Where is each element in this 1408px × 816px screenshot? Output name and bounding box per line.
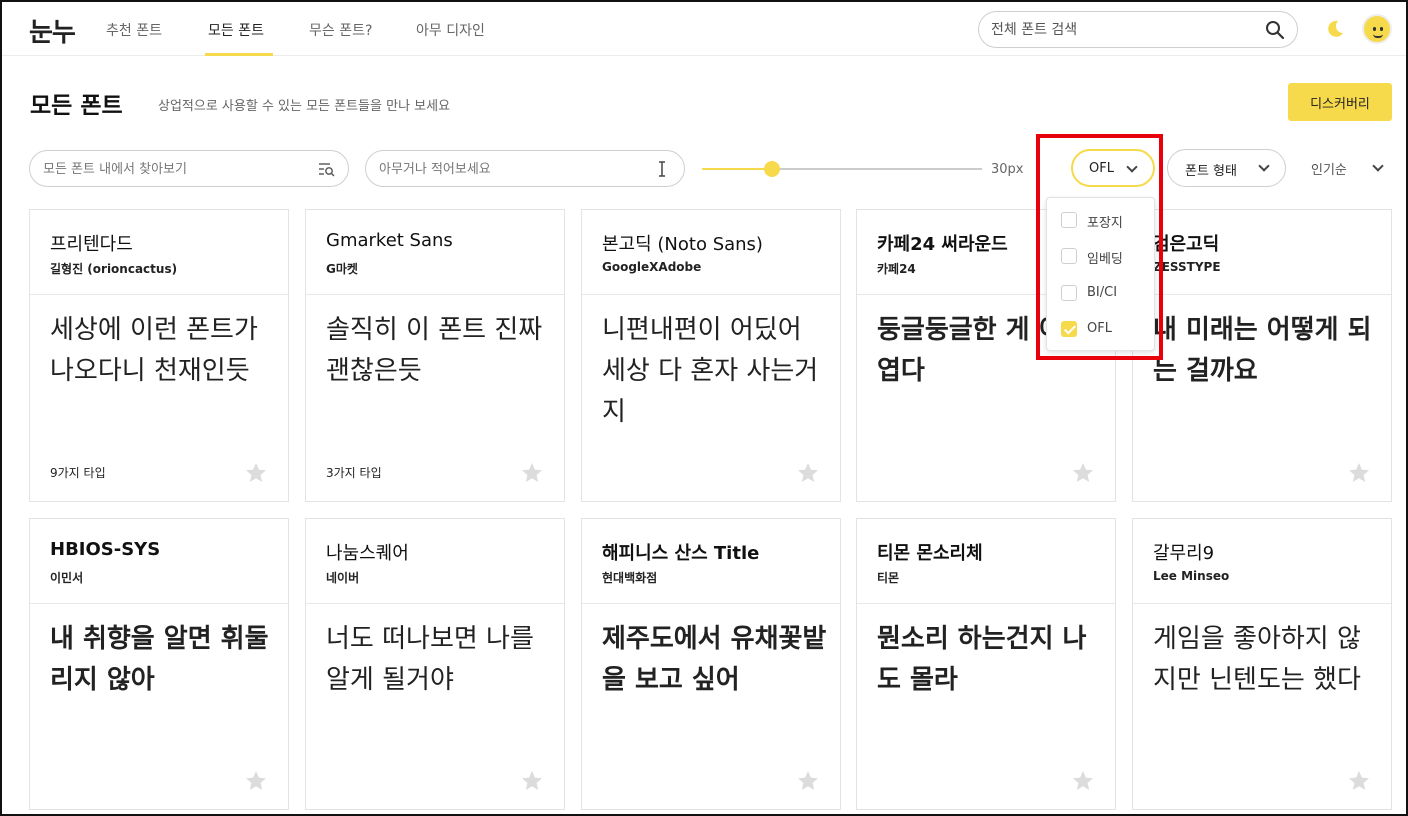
find-in-fonts-input[interactable]	[43, 160, 303, 178]
font-maker[interactable]: 길형진 (orioncactus)	[50, 260, 177, 277]
nav-all-fonts[interactable]: 모든 폰트	[208, 20, 264, 40]
find-in-fonts-field	[29, 150, 349, 187]
font-card[interactable]: 갈무리9 Lee Minseo 게임을 좋아하지 않지만 닌텐도는 했다	[1132, 518, 1392, 810]
font-card-header: 검은고딕 ZESSTYPE	[1133, 210, 1391, 295]
font-type-count: 9가지 타입	[50, 466, 106, 480]
star-icon[interactable]	[1071, 769, 1095, 793]
font-maker[interactable]: 현대백화점	[602, 569, 657, 586]
font-sample-text: 솔직히 이 폰트 진짜 괜찮은듯	[326, 315, 543, 386]
nav-what-font[interactable]: 무슨 폰트?	[309, 20, 372, 40]
page-subtitle: 상업적으로 사용할 수 있는 모든 폰트들을 만나 보세요	[158, 99, 451, 114]
font-name[interactable]: 나눔스퀘어	[326, 539, 409, 565]
star-icon[interactable]	[244, 769, 268, 793]
font-size-slider-fill	[702, 168, 772, 170]
font-maker[interactable]: 티몬	[877, 569, 899, 586]
font-card-header: 나눔스퀘어네이버	[306, 519, 564, 604]
star-icon[interactable]	[1071, 461, 1095, 485]
font-type-label: 폰트 형태	[1185, 164, 1237, 179]
logo[interactable]: 눈누	[29, 12, 76, 49]
global-search	[978, 11, 1298, 48]
font-name[interactable]: 갈무리9	[1153, 539, 1214, 565]
preview-text-input[interactable]	[379, 160, 649, 178]
font-sample-text: 내 미래는 어떻게 되는 걸까요	[1153, 315, 1372, 386]
font-card[interactable]: 해피니스 산스 Title 현대백화점제주도에서 유채꽃밭을 보고 싶어	[581, 518, 841, 810]
font-name[interactable]: 티몬 몬소리체	[877, 539, 983, 565]
font-maker[interactable]: 네이버	[326, 569, 359, 586]
font-size-value: 30px	[991, 162, 1024, 177]
star-icon[interactable]	[796, 769, 820, 793]
text-cursor-icon	[659, 161, 665, 177]
font-card-header: 갈무리9 Lee Minseo	[1133, 519, 1391, 604]
active-tab-indicator	[205, 53, 273, 56]
font-name[interactable]: 해피니스 산스 Title	[602, 539, 759, 565]
star-icon[interactable]	[1347, 461, 1371, 485]
font-sample-text: 제주도에서 유채꽃밭을 보고 싶어	[602, 624, 827, 695]
annotation-highlight-box	[1036, 134, 1163, 360]
font-card[interactable]: Gmarket Sans G마켓솔직히 이 폰트 진짜 괜찮은듯 3가지 타입	[305, 209, 565, 502]
font-sample-text: 너도 떠나보면 나를 알게 될거야	[326, 624, 534, 695]
font-card[interactable]: 티몬 몬소리체티몬뭔소리 하는건지 나도 몰라	[856, 518, 1116, 810]
font-name[interactable]: HBIOS-SYS	[50, 539, 160, 560]
nav-any-design[interactable]: 아무 디자인	[416, 20, 485, 40]
page-title: 모든 폰트	[30, 93, 123, 119]
font-maker[interactable]: ZESSTYPE	[1153, 260, 1221, 274]
font-name[interactable]: Gmarket Sans	[326, 230, 453, 251]
font-card[interactable]: 본고딕 (Noto Sans) GoogleXAdobe 니편내편이 어딨어 세상 …	[581, 209, 841, 502]
avatar[interactable]	[1362, 14, 1392, 44]
star-icon[interactable]	[520, 769, 544, 793]
font-maker[interactable]: GoogleXAdobe	[602, 260, 701, 274]
sort-label: 인기순	[1311, 163, 1347, 178]
list-search-icon[interactable]	[318, 161, 336, 177]
sort-dropdown[interactable]: 인기순	[1311, 159, 1384, 178]
star-icon[interactable]	[1347, 769, 1371, 793]
font-name[interactable]: 본고딕 (Noto Sans)	[602, 230, 763, 256]
font-card[interactable]: 프리텐다드길형진 (orioncactus) 세상에 이런 폰트가 나오다니 천재…	[29, 209, 289, 502]
font-card-header: 해피니스 산스 Title 현대백화점	[582, 519, 840, 604]
font-card-header: 티몬 몬소리체티몬	[857, 519, 1115, 604]
font-card-header: HBIOS-SYS 이민서	[30, 519, 288, 604]
font-type-dropdown[interactable]: 폰트 형태	[1167, 149, 1286, 187]
font-card[interactable]: 검은고딕 ZESSTYPE 내 미래는 어떻게 되는 걸까요	[1132, 209, 1392, 502]
font-name[interactable]: 카페24 써라운드	[877, 230, 1008, 256]
font-maker[interactable]: 카페24	[877, 260, 916, 277]
font-maker[interactable]: G마켓	[326, 260, 358, 277]
font-card[interactable]: HBIOS-SYS 이민서내 취향을 알면 휘둘리지 않아	[29, 518, 289, 810]
font-size-slider-thumb[interactable]	[764, 161, 780, 177]
dark-mode-moon-icon[interactable]	[1324, 18, 1346, 40]
font-sample-text: 내 취향을 알면 휘둘리지 않아	[50, 624, 269, 695]
star-icon[interactable]	[244, 461, 268, 485]
chevron-down-icon	[1258, 160, 1270, 172]
star-icon[interactable]	[796, 461, 820, 485]
font-card-header: 프리텐다드길형진 (orioncactus)	[30, 210, 288, 295]
font-sample-text: 세상에 이런 폰트가 나오다니 천재인듯	[50, 315, 258, 386]
nav-recommended[interactable]: 추천 폰트	[106, 20, 162, 40]
search-icon[interactable]	[1265, 20, 1285, 40]
preview-text-field	[365, 150, 685, 187]
font-card-header: Gmarket Sans G마켓	[306, 210, 564, 295]
font-sample-text: 뭔소리 하는건지 나도 몰라	[877, 624, 1087, 695]
star-icon[interactable]	[520, 461, 544, 485]
font-card-header: 본고딕 (Noto Sans) GoogleXAdobe	[582, 210, 840, 295]
font-sample-text: 니편내편이 어딨어 세상 다 혼자 사는거지	[602, 315, 819, 427]
font-sample-text: 게임을 좋아하지 않지만 닌텐도는 했다	[1153, 624, 1361, 695]
font-type-count: 3가지 타입	[326, 466, 382, 480]
global-search-input[interactable]	[991, 20, 1261, 40]
font-maker[interactable]: 이민서	[50, 569, 83, 586]
discovery-button[interactable]: 디스커버리	[1288, 83, 1392, 121]
font-maker[interactable]: Lee Minseo	[1153, 569, 1229, 583]
font-name[interactable]: 프리텐다드	[50, 230, 133, 256]
top-navigation: 눈누 추천 폰트 모든 폰트 무슨 폰트? 아무 디자인	[2, 2, 1406, 56]
font-card[interactable]: 나눔스퀘어네이버너도 떠나보면 나를 알게 될거야	[305, 518, 565, 810]
